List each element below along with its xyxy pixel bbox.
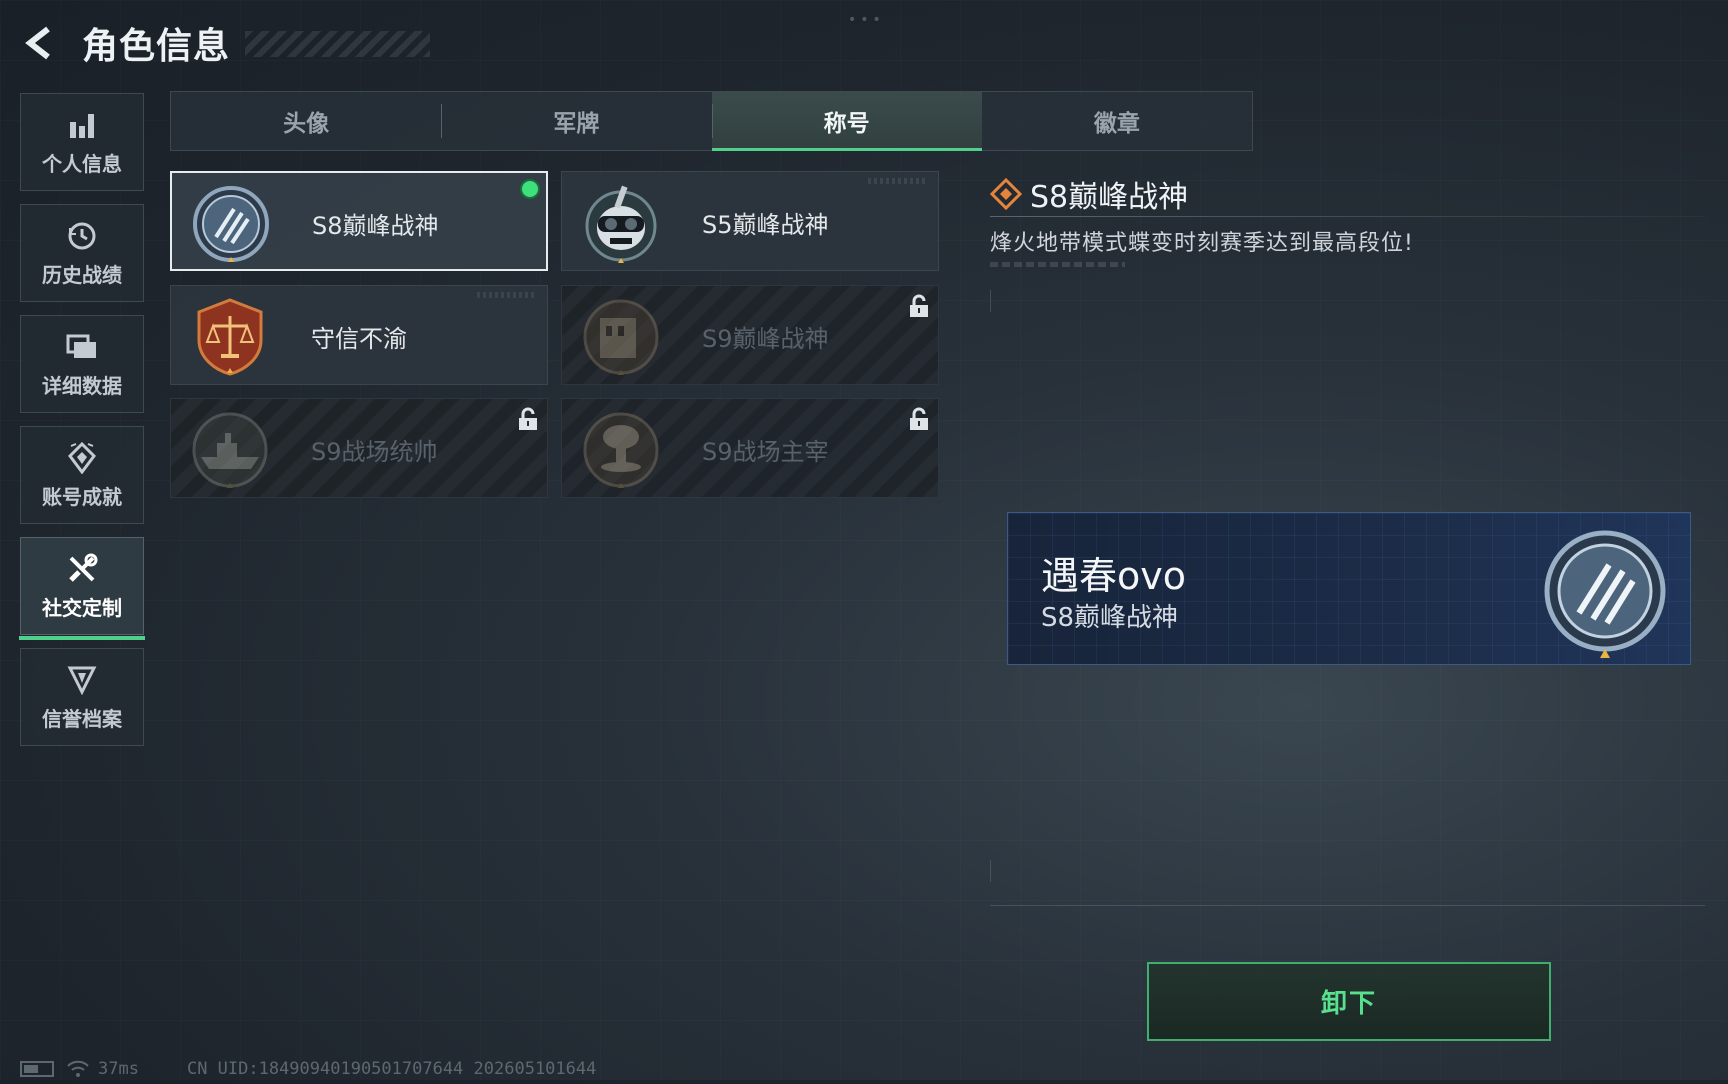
sidebar-item-detailed-data[interactable]: 详细数据 — [20, 315, 144, 413]
title-card-label: S9巅峰战神 — [702, 324, 829, 353]
title-card-label: S9战场主宰 — [702, 437, 829, 466]
lock-icon — [517, 407, 539, 431]
tab-avatar[interactable]: 头像 — [171, 92, 441, 150]
wifi-icon — [66, 1059, 90, 1079]
equipped-indicator — [520, 179, 540, 199]
detail-decoration — [990, 262, 1125, 267]
top-drag-handle: ••• — [848, 12, 885, 28]
player-name: 遇春ovo — [1041, 554, 1186, 598]
detail-description: 烽火地带模式蝶变时刻赛季达到最高段位! — [990, 231, 1414, 256]
title-card-label: S8巅峰战神 — [312, 211, 439, 240]
tab-bar: 头像 军牌 称号 徽章 — [170, 91, 1253, 151]
header-decoration — [245, 31, 430, 57]
header: 角色信息 — [20, 18, 430, 68]
tab-title[interactable]: 称号 — [711, 92, 983, 151]
credit-shield-icon — [65, 663, 99, 697]
tools-icon — [65, 552, 99, 586]
back-arrow-icon[interactable] — [20, 23, 60, 63]
title-preview-banner: 遇春ovo S8巅峰战神 — [1007, 512, 1691, 665]
s8-peak-badge-icon — [190, 183, 272, 265]
title-diamond-icon — [989, 177, 1023, 211]
tab-dogtag[interactable]: 军牌 — [441, 92, 711, 150]
unequip-button-label: 卸下 — [1320, 989, 1377, 1019]
frame-line — [990, 905, 1705, 906]
mushroom-cloud-badge-icon — [580, 409, 662, 491]
status-bar: 37ms CN UID:18490940190501707644 2026051… — [20, 1058, 596, 1080]
bar-chart-icon — [65, 108, 99, 142]
title-card-s9-peak[interactable]: S9巅峰战神 — [561, 285, 939, 385]
achievement-icon — [65, 441, 99, 475]
history-clock-icon — [65, 219, 99, 253]
title-card-label: S9战场统帅 — [311, 437, 438, 466]
sidebar-item-achievements[interactable]: 账号成就 — [20, 426, 144, 524]
card-decoration — [868, 178, 928, 184]
sidebar-item-label: 信誉档案 — [42, 706, 122, 731]
title-card-s9-commander[interactable]: S9战场统帅 — [170, 398, 548, 498]
warship-badge-icon — [189, 409, 271, 491]
lock-icon — [908, 407, 930, 431]
unequip-button[interactable]: 卸下 — [1147, 962, 1551, 1041]
ping-value: 37ms — [98, 1059, 139, 1079]
tab-badge[interactable]: 徽章 — [982, 92, 1252, 150]
s8-peak-badge-icon — [1535, 525, 1675, 664]
card-decoration — [477, 292, 537, 298]
title-card-label: S5巅峰战神 — [702, 210, 829, 239]
sidebar-item-social-custom[interactable]: 社交定制 — [19, 537, 145, 640]
lock-icon — [908, 294, 930, 318]
sidebar-item-credit-profile[interactable]: 信誉档案 — [20, 648, 144, 746]
sidebar-item-label: 账号成就 — [42, 484, 122, 509]
sidebar-item-label: 个人信息 — [42, 151, 122, 176]
user-uid: CN UID:18490940190501707644 202605101644 — [186, 1059, 597, 1079]
sidebar-item-label: 详细数据 — [42, 373, 122, 398]
building-badge-icon — [580, 296, 662, 378]
sidebar-item-personal-info[interactable]: 个人信息 — [20, 93, 144, 191]
folder-icon — [65, 330, 99, 364]
skull-goggles-badge-icon — [580, 182, 662, 264]
detail-title: S8巅峰战神 — [1030, 180, 1189, 215]
title-card-s8-peak[interactable]: S8巅峰战神 — [170, 171, 548, 271]
detail-header: S8巅峰战神 — [989, 172, 1189, 216]
title-card-s9-dominator[interactable]: S9战场主宰 — [561, 398, 939, 498]
sidebar: 个人信息 历史战绩 详细数据 账号成就 社交定制 信誉档案 — [19, 93, 145, 759]
title-card-keep-faith[interactable]: 守信不渝 — [170, 285, 548, 385]
sidebar-item-history[interactable]: 历史战绩 — [20, 204, 144, 302]
battery-icon — [20, 1061, 54, 1077]
title-card-s5-peak[interactable]: S5巅峰战神 — [561, 171, 939, 271]
scales-badge-icon — [189, 296, 271, 378]
title-card-label: 守信不渝 — [311, 324, 407, 353]
sidebar-item-label: 历史战绩 — [42, 262, 122, 287]
preview-title: S8巅峰战神 — [1041, 603, 1179, 633]
divider — [990, 216, 1705, 217]
frame-corner — [990, 290, 991, 312]
sidebar-item-label: 社交定制 — [42, 595, 122, 620]
page-title: 角色信息 — [82, 26, 231, 67]
frame-corner — [990, 860, 991, 882]
